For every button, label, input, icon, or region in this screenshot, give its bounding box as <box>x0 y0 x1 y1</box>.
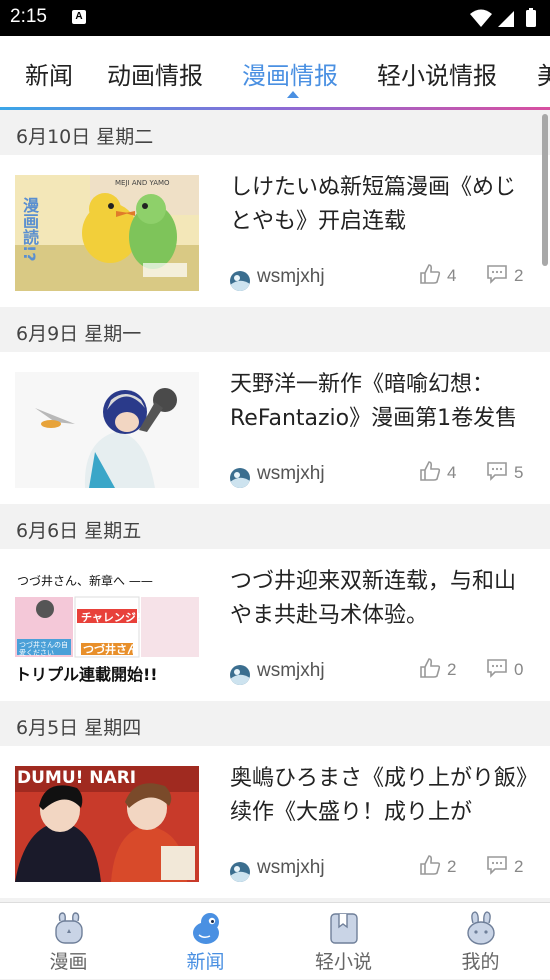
news-thumbnail[interactable] <box>15 372 199 488</box>
feed-scrollbar[interactable] <box>542 114 548 266</box>
comment-icon[interactable] <box>486 461 508 481</box>
author-name[interactable]: wsmjxhj <box>257 266 325 288</box>
like-count: 2 <box>447 660 457 679</box>
nav-light-novel[interactable]: 轻小说 <box>275 903 412 980</box>
thumb-bottom-text: トリプル連載開始!! <box>15 665 158 684</box>
battery-icon <box>526 10 536 27</box>
nav-label: 我的 <box>461 951 500 973</box>
thumb-top-text: つづ井さん、新章へ —— <box>17 574 153 588</box>
nav-news[interactable]: 新闻 <box>137 903 274 980</box>
date-header: 6月5日 星期四 <box>0 701 550 746</box>
news-feed[interactable]: 6月10日 星期二 漫画読!? MEJI AND YAMO しけたいぬ新短篇漫画… <box>0 110 550 898</box>
active-tab-indicator <box>287 91 299 98</box>
wifi-icon <box>470 9 492 27</box>
nav-label: 漫画 <box>49 951 88 973</box>
nav-manga[interactable]: 漫画 <box>0 903 137 980</box>
thumb-top-text: DUMU! NARI <box>17 768 137 788</box>
news-title[interactable]: しけたいぬ新短篇漫画《めじとやも》开启连载 <box>230 171 535 243</box>
like-count: 4 <box>447 266 457 285</box>
author-avatar[interactable] <box>230 468 250 488</box>
comment-count: 0 <box>514 660 524 679</box>
bottom-nav: 漫画 新闻 轻小说 我的 <box>0 902 550 979</box>
like-count: 4 <box>447 463 457 482</box>
signal-icon <box>498 11 514 27</box>
nav-mine[interactable]: 我的 <box>412 903 549 980</box>
tab-news[interactable]: 新闻 <box>25 56 73 91</box>
news-title[interactable]: つづ井迎来双新连载，与和山やま共赴马术体验。 <box>230 565 535 637</box>
thumbs-up-icon[interactable] <box>419 854 441 876</box>
nav-label: 新闻 <box>186 951 225 973</box>
date-header: 6月9日 星期一 <box>0 307 550 352</box>
status-bar: 2:15 A <box>0 0 550 36</box>
news-thumbnail[interactable]: つづ井さん、新章へ —— チャレンジ! つづ井さん つづ井さんの自愛ください ト… <box>15 569 199 685</box>
thumbs-up-icon[interactable] <box>419 657 441 679</box>
comment-count: 5 <box>514 463 524 482</box>
news-thumbnail[interactable]: 漫画読!? MEJI AND YAMO <box>15 175 199 291</box>
author-avatar[interactable] <box>230 271 250 291</box>
thumb-cover-text: つづ井さん <box>83 643 138 656</box>
nav-label: 轻小说 <box>314 951 372 973</box>
status-icons <box>468 8 542 28</box>
notification-a-icon: A <box>72 10 86 24</box>
thumbs-up-icon[interactable] <box>419 263 441 285</box>
news-thumbnail[interactable]: DUMU! NARI <box>15 766 199 882</box>
tab-anime-info[interactable]: 动画情报 <box>107 56 203 91</box>
date-header: 6月6日 星期五 <box>0 504 550 549</box>
news-title[interactable]: 奥嶋ひろまさ《成り上がり飯》续作《大盛り！成り上が <box>230 762 535 834</box>
thumbs-up-icon[interactable] <box>419 460 441 482</box>
status-time: 2:15 <box>10 6 47 27</box>
tab-more[interactable]: 美 <box>537 56 550 91</box>
tab-manga-info[interactable]: 漫画情报 <box>242 56 338 91</box>
news-card[interactable]: つづ井さん、新章へ —— チャレンジ! つづ井さん つづ井さんの自愛ください ト… <box>0 549 550 701</box>
news-title[interactable]: 天野洋一新作《暗喻幻想：ReFantazio》漫画第1卷发售 <box>230 368 535 440</box>
news-card[interactable]: DUMU! NARI 奥嶋ひろまさ《成り上がり飯》续作《大盛り！成り上が wsm… <box>0 746 550 898</box>
author-name[interactable]: wsmjxhj <box>257 857 325 879</box>
bird-icon <box>193 913 219 944</box>
thumb-sub-text: つづ井さんの自愛ください <box>19 641 68 657</box>
like-count: 2 <box>447 857 457 876</box>
thumb-banner-text: チャレンジ! <box>81 611 141 624</box>
author-name[interactable]: wsmjxhj <box>257 463 325 485</box>
bunny-icon <box>55 912 83 944</box>
author-name[interactable]: wsmjxhj <box>257 660 325 682</box>
news-card[interactable]: 漫画読!? MEJI AND YAMO しけたいぬ新短篇漫画《めじとやも》开启连… <box>0 155 550 307</box>
comment-count: 2 <box>514 266 524 285</box>
thumb-title-text: MEJI AND YAMO <box>115 179 170 187</box>
comment-count: 2 <box>514 857 524 876</box>
comment-icon[interactable] <box>486 855 508 875</box>
thumb-side-text: 漫画読!? <box>20 197 39 262</box>
author-avatar[interactable] <box>230 665 250 685</box>
category-tabs: 新闻 动画情报 漫画情报 轻小说情报 美 <box>0 36 550 110</box>
tab-light-novel-info[interactable]: 轻小说情报 <box>377 56 497 91</box>
date-header: 6月10日 星期二 <box>0 110 550 155</box>
book-icon <box>330 913 358 944</box>
rabbit-icon <box>467 911 495 945</box>
author-avatar[interactable] <box>230 862 250 882</box>
news-card[interactable]: 天野洋一新作《暗喻幻想：ReFantazio》漫画第1卷发售 wsmjxhj 4… <box>0 352 550 504</box>
comment-icon[interactable] <box>486 658 508 678</box>
comment-icon[interactable] <box>486 264 508 284</box>
